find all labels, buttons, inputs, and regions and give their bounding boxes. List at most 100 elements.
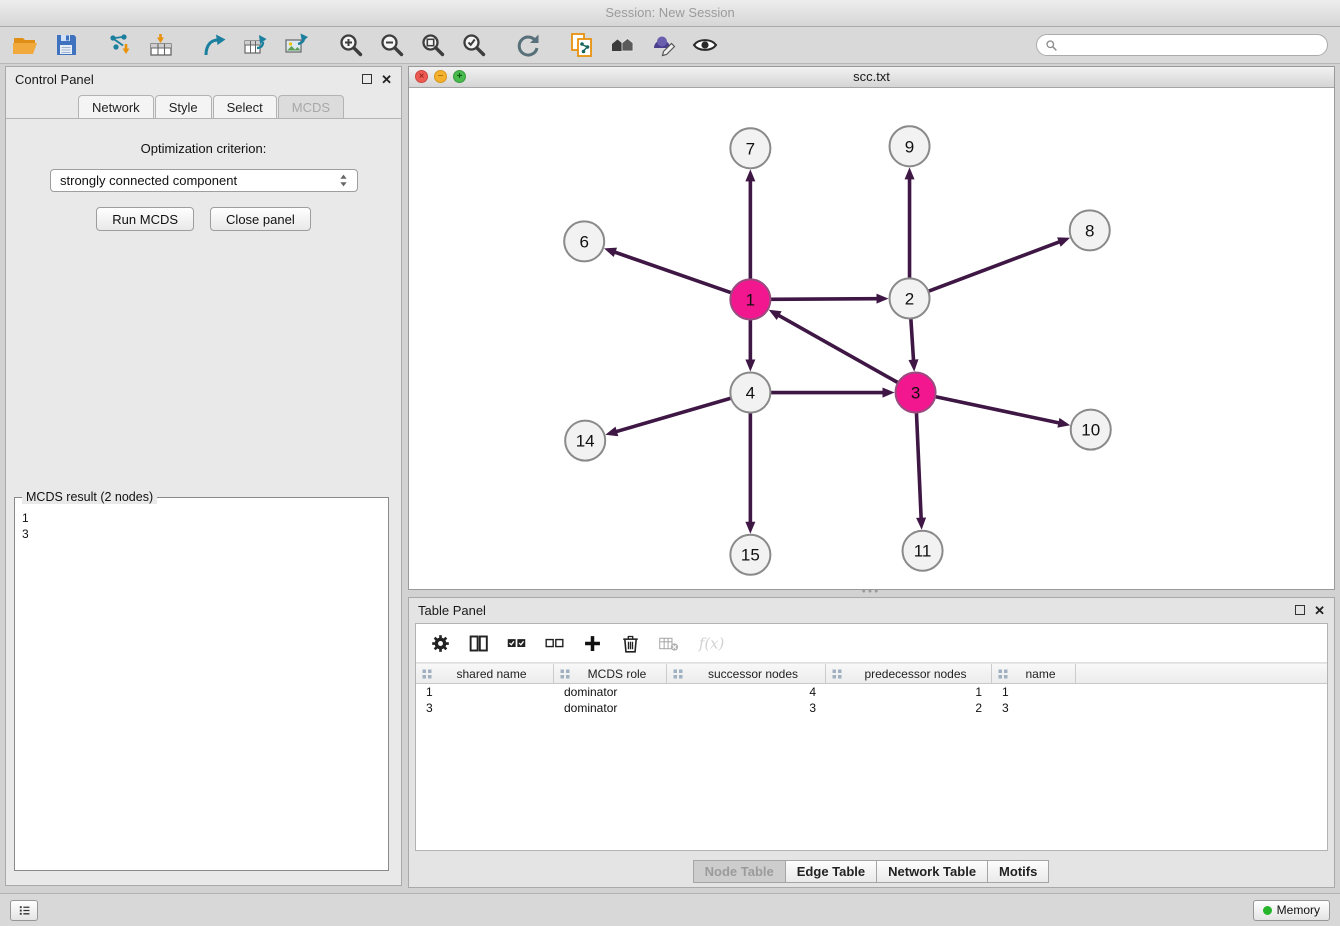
save-icon[interactable] <box>53 32 79 58</box>
column-header-shared-name[interactable]: shared name <box>416 664 554 683</box>
table-cell: 3 <box>416 701 554 715</box>
zoom-out-icon[interactable] <box>379 32 405 58</box>
toolbar-group <box>569 32 718 58</box>
table-cell: 1 <box>416 685 554 699</box>
close-panel-button[interactable]: Close panel <box>210 207 311 231</box>
open-folder-icon[interactable] <box>12 32 38 58</box>
clipboard-network-icon[interactable] <box>569 32 595 58</box>
tab-style[interactable]: Style <box>155 95 212 118</box>
graph-node-6[interactable]: 6 <box>564 221 604 261</box>
delete-table-icon <box>658 633 679 654</box>
table-panel-title: Table Panel <box>418 603 486 618</box>
graph-node-3[interactable]: 3 <box>896 373 936 413</box>
panel-menu-button[interactable] <box>10 900 38 921</box>
network-window-title: scc.txt <box>853 69 890 84</box>
window-title: Session: New Session <box>605 5 734 20</box>
float-table-panel-icon[interactable] <box>1295 605 1305 615</box>
tab-node-table[interactable]: Node Table <box>693 860 786 883</box>
svg-text:8: 8 <box>1085 221 1094 240</box>
tab-network-table[interactable]: Network Table <box>876 860 988 883</box>
svg-text:10: 10 <box>1081 421 1100 440</box>
zoom-fit-icon[interactable] <box>420 32 446 58</box>
tab-network[interactable]: Network <box>78 95 154 118</box>
import-table-icon[interactable] <box>148 32 174 58</box>
gear-icon[interactable] <box>430 633 451 654</box>
svg-text:9: 9 <box>905 137 914 156</box>
tab-edge-table[interactable]: Edge Table <box>785 860 877 883</box>
columns-icon[interactable] <box>468 633 489 654</box>
table-cell: 3 <box>667 701 826 715</box>
toolbar-group <box>515 32 541 58</box>
trash-icon[interactable] <box>620 633 641 654</box>
search-box[interactable] <box>1036 34 1328 56</box>
minimize-window-icon[interactable]: − <box>434 70 447 83</box>
table-row[interactable]: 3dominator323 <box>416 700 1327 716</box>
export-network-icon[interactable] <box>202 32 228 58</box>
svg-text:4: 4 <box>746 384 755 403</box>
search-icon <box>1045 39 1058 52</box>
table-panel-header: Table Panel ✕ <box>409 598 1334 622</box>
control-panel-title: Control Panel <box>15 72 94 87</box>
graph-node-4[interactable]: 4 <box>730 373 770 413</box>
zoom-window-icon[interactable]: + <box>453 70 466 83</box>
graph-node-11[interactable]: 11 <box>903 531 943 571</box>
graph-node-1[interactable]: 1 <box>730 279 770 319</box>
graph-node-10[interactable]: 10 <box>1071 410 1111 450</box>
apply-style-icon[interactable] <box>651 32 677 58</box>
optimization-dropdown[interactable]: strongly connected component <box>50 169 358 192</box>
table-cell: 3 <box>992 701 1076 715</box>
tab-motifs[interactable]: Motifs <box>987 860 1049 883</box>
graph-node-15[interactable]: 15 <box>730 535 770 575</box>
column-label: successor nodes <box>684 667 822 681</box>
column-header-predecessor-nodes[interactable]: predecessor nodes <box>826 664 992 683</box>
table-cell: 1 <box>992 685 1076 699</box>
select-all-icon[interactable] <box>506 633 527 654</box>
tab-select[interactable]: Select <box>213 95 277 118</box>
table-rows: 1dominator4113dominator323 <box>416 684 1327 716</box>
network-canvas[interactable]: 7 9 6 8 1 2 4 3 14 10 15 11 <box>409 88 1334 589</box>
column-header-mcds-role[interactable]: MCDS role <box>554 664 667 683</box>
svg-text:15: 15 <box>741 546 760 565</box>
table-row[interactable]: 1dominator411 <box>416 684 1327 700</box>
column-header-successor-nodes[interactable]: successor nodes <box>667 664 826 683</box>
mcds-result-area[interactable]: 13 <box>15 506 388 870</box>
mcds-result-line: 1 <box>22 510 381 526</box>
network-view-window: × − + scc.txt 7 9 6 8 1 2 4 3 14 10 15 11 <box>408 66 1335 590</box>
graph-node-7[interactable]: 7 <box>730 128 770 168</box>
close-panel-icon[interactable]: ✕ <box>381 73 392 86</box>
export-image-icon[interactable] <box>284 32 310 58</box>
run-mcds-button[interactable]: Run MCDS <box>96 207 194 231</box>
memory-button[interactable]: Memory <box>1253 900 1330 921</box>
splitter-handle[interactable]: ●●● <box>856 589 886 596</box>
refresh-icon[interactable] <box>515 32 541 58</box>
unselect-all-icon[interactable] <box>544 633 565 654</box>
svg-text:1: 1 <box>746 290 755 309</box>
zoom-in-icon[interactable] <box>338 32 364 58</box>
toolbar-group <box>202 32 310 58</box>
graph-node-14[interactable]: 14 <box>565 421 605 461</box>
export-table-icon[interactable] <box>243 32 269 58</box>
close-table-panel-icon[interactable]: ✕ <box>1314 604 1325 617</box>
network-graph[interactable]: 7 9 6 8 1 2 4 3 14 10 15 11 <box>409 88 1334 589</box>
svg-text:2: 2 <box>905 289 914 308</box>
zoom-selected-icon[interactable] <box>461 32 487 58</box>
column-header-name[interactable]: name <box>992 664 1076 683</box>
tab-mcds[interactable]: MCDS <box>278 95 344 118</box>
search-input[interactable] <box>1063 37 1319 53</box>
column-label: predecessor nodes <box>843 667 988 681</box>
float-panel-icon[interactable] <box>362 74 372 84</box>
graph-node-8[interactable]: 8 <box>1070 210 1110 250</box>
close-window-icon[interactable]: × <box>415 70 428 83</box>
overview-home-icon[interactable] <box>610 32 636 58</box>
import-network-icon[interactable] <box>107 32 133 58</box>
graph-node-2[interactable]: 2 <box>890 278 930 318</box>
graph-node-9[interactable]: 9 <box>890 126 930 166</box>
fx-icon: f(x) <box>696 633 728 654</box>
table-cell: dominator <box>554 701 667 715</box>
column-label: name <box>1009 667 1072 681</box>
show-hide-icon[interactable] <box>692 32 718 58</box>
table-cell: 1 <box>826 685 992 699</box>
add-icon[interactable] <box>582 633 603 654</box>
status-bar: Memory <box>0 893 1340 926</box>
svg-text:11: 11 <box>914 542 932 561</box>
